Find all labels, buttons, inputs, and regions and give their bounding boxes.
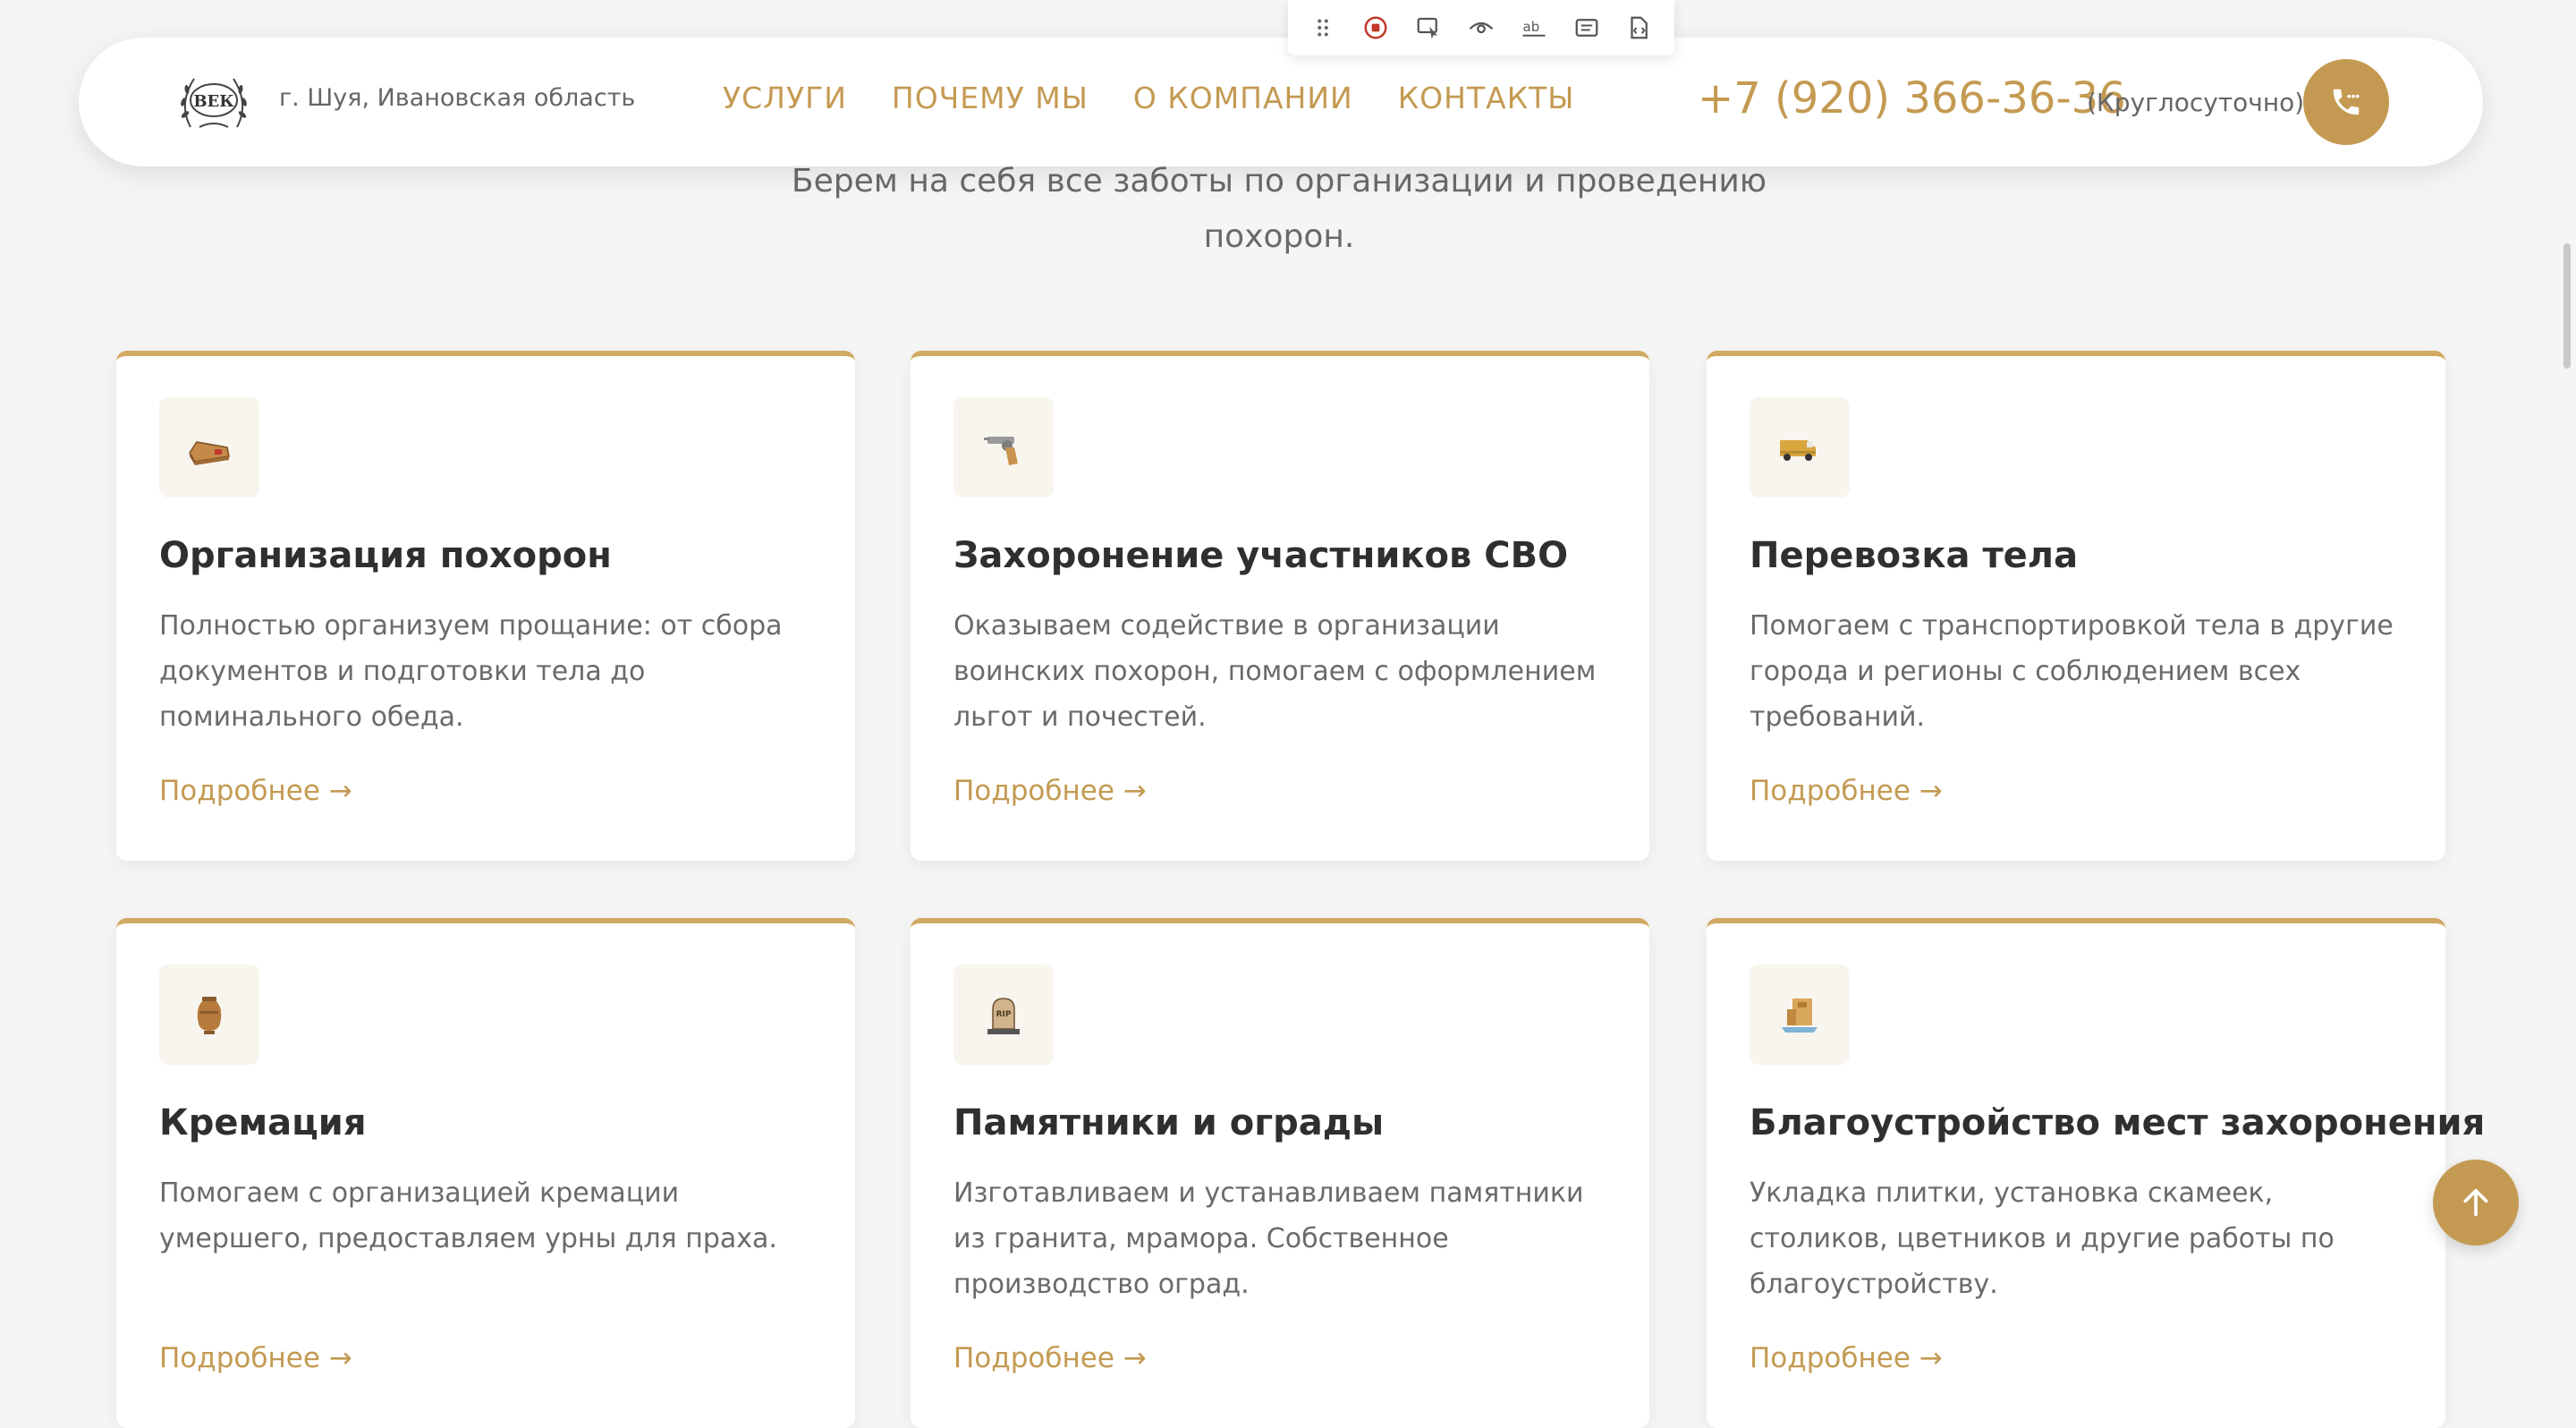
urn-icon <box>197 997 222 1034</box>
hours-text: (Круглосуточно) <box>2087 88 2305 117</box>
service-card: Кремация Помогаем с организацией кремаци… <box>116 918 855 1428</box>
landscaping-icon <box>1782 999 1818 1033</box>
service-title: Организация похорон <box>159 535 612 576</box>
service-description: Помогаем с транспортировкой тела в други… <box>1750 610 2394 733</box>
code-file-icon[interactable] <box>1619 8 1658 47</box>
company-logo[interactable]: ВЕК <box>173 68 255 136</box>
location-text: г. Шуя, Ивановская область <box>279 84 636 112</box>
service-card: Благоустройство мест захоронения Укладка… <box>1707 918 2485 1428</box>
more-link[interactable]: Подробнее → <box>953 1342 1147 1374</box>
service-title: Памятники и ограды <box>953 1102 1385 1143</box>
pistol-icon <box>984 437 1018 465</box>
drag-handle-icon[interactable] <box>1303 8 1343 47</box>
service-card: Захоронение участников СВО Оказываем сод… <box>911 351 1649 861</box>
svg-text:RIP: RIP <box>996 1010 1012 1019</box>
service-description: Полностью организуем прощание: от сбора … <box>159 610 783 733</box>
main-nav: УСЛУГИ ПОЧЕМУ МЫ О КОМПАНИИ КОНТАКТЫ <box>723 81 1574 115</box>
service-icon-box <box>953 397 1054 497</box>
service-icon-box <box>159 397 259 497</box>
service-card: Перевозка тела Помогаем с транспортировк… <box>1707 351 2445 861</box>
service-description: Укладка плитки, установка скамеек, столи… <box>1750 1177 2334 1300</box>
service-description: Помогаем с организацией кремации умершег… <box>159 1177 777 1254</box>
scrollbar-thumb[interactable] <box>2563 243 2571 369</box>
site-header: ВЕК г. Шуя, Ивановская область УСЛУГИ ПО… <box>79 38 2483 166</box>
nav-item-contacts[interactable]: КОНТАКТЫ <box>1398 81 1575 115</box>
dev-toolbar: ab <box>1288 0 1674 55</box>
service-icon-box <box>1750 965 1850 1065</box>
more-link[interactable]: Подробнее → <box>1750 775 1943 807</box>
nav-item-services[interactable]: УСЛУГИ <box>723 81 847 115</box>
service-card: Организация похорон Полностью организуем… <box>116 351 855 861</box>
more-link[interactable]: Подробнее → <box>1750 1342 1943 1374</box>
call-button[interactable] <box>2303 59 2389 145</box>
nav-item-why-us[interactable]: ПОЧЕМУ МЫ <box>892 81 1089 115</box>
more-link[interactable]: Подробнее → <box>159 1342 352 1374</box>
eye-icon[interactable] <box>1462 8 1501 47</box>
phone-icon <box>2333 89 2360 115</box>
arrow-up-icon <box>2463 1188 2488 1217</box>
select-element-icon[interactable] <box>1409 8 1448 47</box>
svg-text:ВЕК: ВЕК <box>193 92 234 111</box>
more-link[interactable]: Подробнее → <box>953 775 1147 807</box>
tombstone-icon: RIP <box>987 998 1020 1034</box>
service-title: Захоронение участников СВО <box>953 535 1569 576</box>
service-title: Кремация <box>159 1102 367 1143</box>
record-stop-icon[interactable] <box>1356 8 1395 47</box>
text-block-icon[interactable] <box>1567 8 1606 47</box>
service-title: Перевозка тела <box>1750 535 2079 576</box>
text-spellcheck-icon[interactable]: ab <box>1514 8 1554 47</box>
service-title: Благоустройство мест захоронения <box>1750 1102 2486 1143</box>
phone-link[interactable]: +7 (920) 366-36-36 <box>1698 73 2126 123</box>
service-icon-box <box>159 965 259 1065</box>
more-link[interactable]: Подробнее → <box>159 775 352 807</box>
service-icon-box <box>1750 397 1850 497</box>
nav-item-about[interactable]: О КОМПАНИИ <box>1133 81 1353 115</box>
van-icon <box>1780 440 1816 461</box>
service-description: Изготавливаем и устанавливаем памятники … <box>953 1177 1584 1300</box>
scroll-to-top-button[interactable] <box>2433 1160 2519 1245</box>
services-intro: Берем на себя все заботы по организации … <box>791 163 1767 255</box>
service-card: RIP Памятники и ограды Изготавливаем и у… <box>911 918 1649 1428</box>
coffin-icon <box>189 441 230 465</box>
service-icon-box: RIP <box>953 965 1054 1065</box>
svg-text:ab: ab <box>1522 19 1539 35</box>
service-description: Оказываем содействие в организации воинс… <box>953 610 1597 733</box>
